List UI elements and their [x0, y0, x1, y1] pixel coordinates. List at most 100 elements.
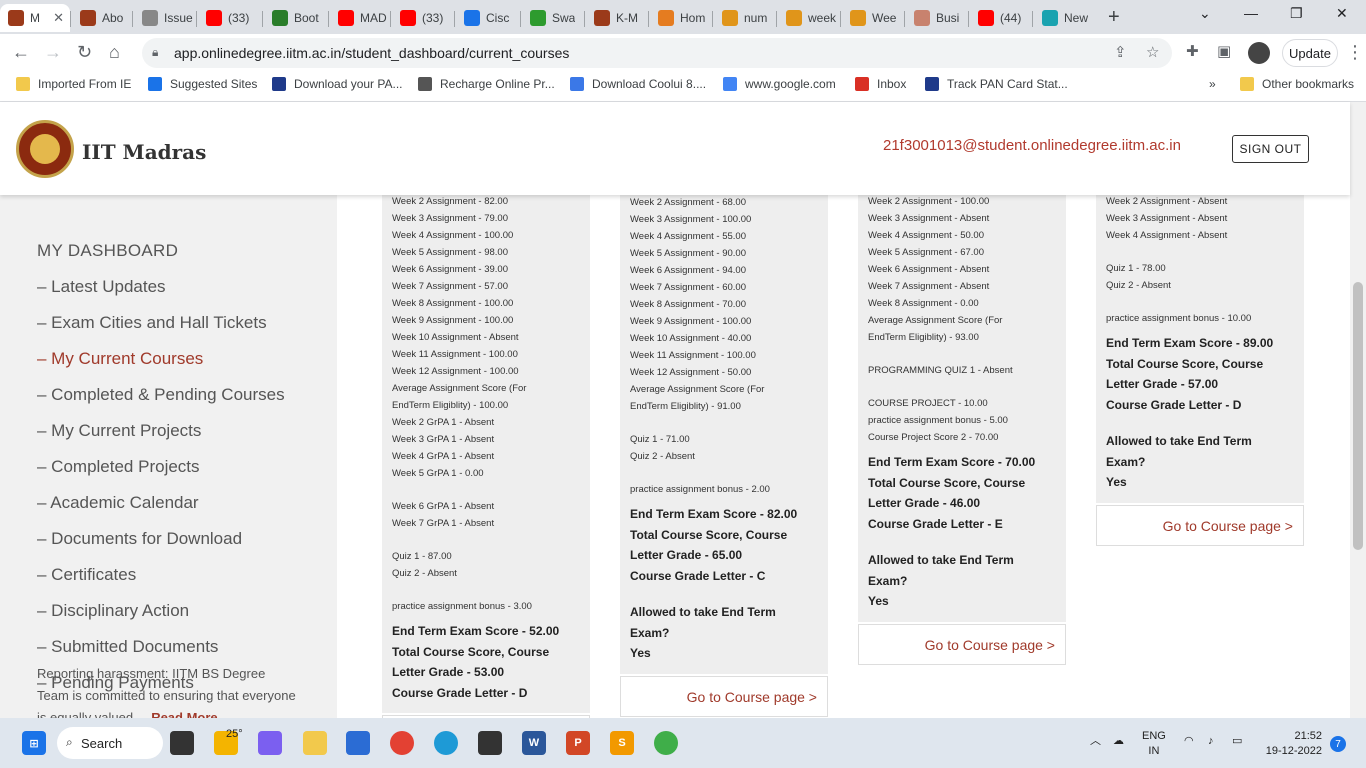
start-button[interactable]: ⊞ [22, 731, 46, 755]
close-tab-icon[interactable]: ✕ [53, 10, 64, 26]
clock[interactable]: 21:52 19-12-2022 [1262, 729, 1322, 759]
tab[interactable]: Issue [134, 4, 194, 32]
update-button[interactable]: Update [1282, 39, 1338, 67]
sidebar-item[interactable]: – Academic Calendar [37, 493, 199, 513]
score-line: Quiz 2 - Absent [1106, 280, 1171, 291]
sidebar-item[interactable]: – Latest Updates [37, 277, 166, 297]
side-panel-icon[interactable]: ▣ [1217, 42, 1231, 60]
bookmark-item[interactable]: Download your PA... [272, 77, 403, 91]
bookmark-item[interactable]: Download Coolui 8.... [570, 77, 706, 91]
sidebar-item[interactable]: – Exam Cities and Hall Tickets [37, 313, 267, 333]
sublime-icon[interactable]: S [610, 731, 634, 755]
youtube-icon [978, 10, 994, 26]
score-line: Week 4 Assignment - 55.00 [630, 231, 746, 242]
extensions-icon[interactable]: ✚ [1186, 42, 1199, 60]
share-icon[interactable]: ⇪ [1114, 43, 1127, 61]
score-line: Average Assignment Score (For [630, 384, 765, 395]
scrollbar-thumb[interactable] [1353, 282, 1363, 550]
tab-title: Boot [294, 11, 319, 25]
reload-button[interactable]: ↻ [77, 42, 92, 63]
tab[interactable]: Abo [72, 4, 132, 32]
taskbar-search[interactable]: ⌕ Search [57, 727, 163, 759]
maximize-button[interactable]: ❐ [1290, 5, 1303, 22]
sidebar-item[interactable]: – Submitted Documents [37, 637, 218, 657]
back-button[interactable]: ← [12, 42, 30, 63]
bookmark-star-icon[interactable]: ☆ [1146, 43, 1159, 61]
go-to-course-button[interactable]: Go to Course page > [620, 676, 828, 717]
bookmark-item[interactable]: www.google.com [723, 77, 836, 91]
notification-badge[interactable]: 7 [1330, 736, 1346, 752]
read-more-link[interactable]: Read More [151, 710, 217, 718]
tab[interactable]: num [714, 4, 776, 32]
bookmark-item[interactable]: Inbox [855, 77, 906, 91]
score-line: Week 4 Assignment - 100.00 [392, 230, 514, 241]
tab[interactable]: Hom [650, 4, 712, 32]
bookmark-favicon-icon [148, 77, 162, 91]
iitm-logo[interactable] [16, 120, 74, 178]
tab[interactable]: Wee [842, 4, 904, 32]
profile-avatar[interactable] [1248, 42, 1270, 64]
language-indicator[interactable]: ENG IN [1142, 729, 1166, 759]
edge-icon[interactable] [434, 731, 458, 755]
sidebar-item[interactable]: – Certificates [37, 565, 136, 585]
sidebar-item[interactable]: – Completed Projects [37, 457, 200, 477]
bookmark-item[interactable]: Recharge Online Pr... [418, 77, 555, 91]
go-to-course-button[interactable]: Go to Course page > [858, 624, 1066, 665]
sidebar-item[interactable]: – Disciplinary Action [37, 601, 189, 621]
menu-icon[interactable]: ⋮ [1346, 42, 1364, 63]
forward-button[interactable]: → [44, 42, 62, 63]
battery-icon[interactable]: ▭ [1232, 734, 1242, 749]
tab[interactable]: Swa [522, 4, 584, 32]
tab[interactable]: K-M [586, 4, 648, 32]
home-button[interactable]: ⌂ [109, 42, 120, 63]
store-icon[interactable] [346, 731, 370, 755]
spinner-app-icon[interactable] [654, 731, 678, 755]
bookmark-item[interactable]: Imported From IE [16, 77, 131, 91]
url-text[interactable]: app.onlinedegree.iitm.ac.in/student_dash… [174, 45, 569, 61]
tab[interactable]: (33) [198, 4, 262, 32]
tab[interactable]: (33) [392, 4, 454, 32]
tray-overflow-icon[interactable]: ︿ [1090, 734, 1101, 749]
other-bookmarks[interactable]: Other bookmarks [1240, 77, 1354, 91]
bookmark-item[interactable]: Suggested Sites [148, 77, 257, 91]
brand-name[interactable]: IIT Madras [82, 140, 206, 164]
allowed-label-2: Exam? [868, 573, 908, 588]
task-view-icon[interactable] [170, 731, 194, 755]
tab-search-icon[interactable]: ⌄ [1199, 5, 1211, 22]
sidebar-item[interactable]: – My Current Courses [37, 349, 203, 369]
tab[interactable]: week [778, 4, 840, 32]
address-bar[interactable]: 🔒︎ app.onlinedegree.iitm.ac.in/student_d… [142, 38, 1172, 68]
onedrive-icon[interactable]: ☁ [1113, 734, 1124, 749]
bookmarks-overflow-button[interactable]: » [1209, 77, 1216, 91]
minimize-button[interactable]: — [1244, 5, 1258, 21]
tab[interactable]: M ✕ [0, 4, 70, 32]
tab[interactable]: MAD [330, 4, 390, 32]
page-scrollbar[interactable] [1350, 102, 1366, 718]
tab[interactable]: Busi [906, 4, 968, 32]
sidebar-item[interactable]: – My Current Projects [37, 421, 201, 441]
sign-out-button[interactable]: SIGN OUT [1232, 135, 1309, 163]
wifi-icon[interactable]: ◠ [1184, 734, 1194, 749]
volume-icon[interactable]: ♪ [1208, 734, 1214, 749]
score-line: Quiz 2 - Absent [392, 568, 457, 579]
app-icon[interactable] [478, 731, 502, 755]
tab[interactable]: Boot [264, 4, 326, 32]
tab[interactable]: New [1034, 4, 1096, 32]
tab[interactable]: (44) [970, 4, 1032, 32]
sidebar-item[interactable]: – Pending Payments [37, 673, 194, 693]
close-window-button[interactable]: ✕ [1336, 5, 1348, 22]
word-icon[interactable]: W [522, 731, 546, 755]
go-to-course-button[interactable]: Go to Course page > [1096, 505, 1304, 546]
file-explorer-icon[interactable] [303, 731, 327, 755]
chrome-icon[interactable] [390, 731, 414, 755]
sidebar-item[interactable]: – Completed & Pending Courses [37, 385, 285, 405]
tab[interactable]: Cisc [456, 4, 518, 32]
powerpoint-icon[interactable]: P [566, 731, 590, 755]
bookmark-item[interactable]: Track PAN Card Stat... [925, 77, 1068, 91]
new-tab-button[interactable]: + [1108, 6, 1120, 29]
chat-icon[interactable] [258, 731, 282, 755]
sidebar-item[interactable]: – Documents for Download [37, 529, 242, 549]
sidebar: MY DASHBOARD Reporting harassment: IITM … [0, 195, 337, 718]
